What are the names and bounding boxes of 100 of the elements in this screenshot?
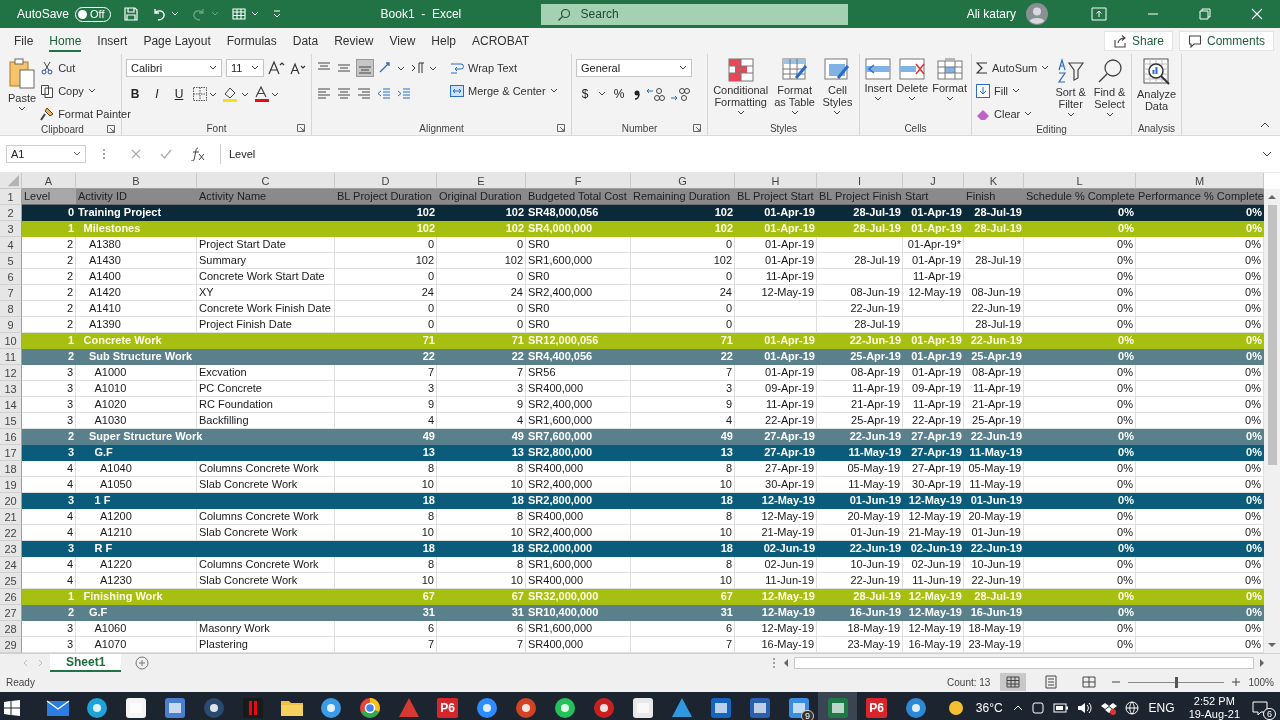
table-cell: Excvation — [197, 365, 335, 381]
row-number[interactable]: 10 — [0, 333, 22, 349]
column-header[interactable]: G — [631, 173, 735, 189]
table-cell: 4 — [22, 461, 76, 477]
row-number[interactable]: 1 — [0, 189, 22, 205]
row-number[interactable]: 5 — [0, 253, 22, 269]
format-painter-button[interactable]: Format Painter — [40, 104, 131, 123]
ribbon-button[interactable]: Find & Select — [1092, 58, 1127, 118]
merge-center-button[interactable]: Merge & Center — [450, 81, 558, 100]
taskbar-button[interactable]: 9 — [779, 692, 818, 720]
currency-button[interactable]: $ — [576, 85, 594, 103]
zoom-level[interactable]: 100% — [1248, 676, 1274, 688]
row-number[interactable]: 11 — [0, 349, 22, 365]
ribbon-tab[interactable]: Formulas — [218, 28, 285, 54]
row-number[interactable]: 22 — [0, 525, 22, 541]
table-cell: SR0 — [526, 317, 631, 333]
row-number[interactable]: 13 — [0, 381, 22, 397]
row-number[interactable]: 14 — [0, 397, 22, 413]
column-header[interactable]: L — [1024, 173, 1136, 189]
font-name-dropdown[interactable]: Calibri — [126, 59, 222, 77]
row-number[interactable]: 21 — [0, 509, 22, 525]
column-header[interactable]: K — [964, 173, 1024, 189]
table-cell: Finishing Work — [76, 589, 335, 605]
ribbon-tab[interactable]: File — [6, 28, 42, 54]
font-size-dropdown[interactable]: 11 — [226, 59, 264, 77]
formula-input[interactable]: Level — [220, 144, 1274, 164]
ribbon-button[interactable]: Cell Styles — [819, 58, 855, 116]
percent-button[interactable]: % — [610, 85, 628, 103]
ribbon-tab[interactable]: View — [381, 28, 424, 54]
name-box[interactable]: A1 — [6, 145, 86, 163]
row-number[interactable]: 23 — [0, 541, 22, 557]
search-field[interactable]: Search — [540, 3, 848, 25]
ribbon-button[interactable]: Sort & Filter — [1053, 58, 1089, 118]
row-number[interactable]: 12 — [0, 365, 22, 381]
comments-button[interactable]: Comments — [1179, 31, 1274, 51]
table-cell: 0% — [1024, 637, 1136, 653]
ribbon-button[interactable]: Delete — [896, 58, 929, 102]
number-format-dropdown[interactable]: General — [576, 59, 692, 77]
row-number[interactable]: 18 — [0, 461, 22, 477]
ribbon-tab[interactable]: Data — [284, 28, 327, 54]
column-header[interactable]: J — [903, 173, 964, 189]
taskbar-button[interactable]: P6 — [428, 692, 467, 720]
ribbon-tab[interactable]: ACROBAT — [464, 28, 538, 54]
column-header[interactable]: M — [1136, 173, 1264, 189]
share-button[interactable]: Share — [1103, 31, 1173, 51]
row-number[interactable]: 8 — [0, 301, 22, 317]
underline-button[interactable]: U — [170, 85, 188, 103]
row-number[interactable]: 20 — [0, 493, 22, 509]
row-number[interactable]: 4 — [0, 237, 22, 253]
row-number[interactable]: 7 — [0, 285, 22, 301]
table-cell: 28-Jul-19 — [964, 253, 1024, 269]
sheet-tab[interactable]: Sheet1 — [50, 654, 122, 672]
column-header[interactable]: A — [22, 173, 76, 189]
column-header[interactable]: F — [526, 173, 631, 189]
column-header[interactable]: D — [335, 173, 437, 189]
ribbon-tab[interactable]: Help — [423, 28, 464, 54]
column-header[interactable]: E — [437, 173, 526, 189]
column-header[interactable]: B — [76, 173, 197, 189]
ribbon-tab[interactable]: Review — [326, 28, 382, 54]
row-number[interactable]: 28 — [0, 621, 22, 637]
column-header[interactable]: C — [197, 173, 335, 189]
fill-button[interactable]: Fill — [976, 81, 1050, 100]
row-number[interactable]: 29 — [0, 637, 22, 653]
row-number[interactable]: 15 — [0, 413, 22, 429]
ribbon-button[interactable]: Format as Table — [773, 58, 816, 116]
analyze-data-button[interactable]: Analyze Data — [1136, 58, 1177, 112]
ribbon-button[interactable]: Insert — [864, 58, 893, 102]
language-indicator[interactable]: ENG — [1148, 701, 1175, 715]
p6-app[interactable]: P6 — [437, 698, 458, 718]
ribbon-button[interactable]: Conditional Formatting — [712, 58, 770, 116]
column-title: BL Project Start — [735, 189, 817, 205]
clock-time[interactable]: 2:52 PM — [1193, 695, 1235, 708]
ribbon-tab[interactable]: Home — [41, 28, 90, 54]
row-number[interactable]: 3 — [0, 221, 22, 237]
paste-button[interactable]: Paste — [8, 58, 37, 112]
ribbon-button[interactable]: Format — [932, 58, 967, 102]
table-cell: 11-May-19 — [817, 477, 903, 493]
row-number[interactable]: 25 — [0, 573, 22, 589]
row-number[interactable]: 9 — [0, 317, 22, 333]
ribbon-tab[interactable]: Page Layout — [135, 28, 219, 54]
row-number[interactable]: 2 — [0, 205, 22, 221]
row-number[interactable]: 24 — [0, 557, 22, 573]
italic-button[interactable]: I — [148, 85, 166, 103]
row-number[interactable]: 27 — [0, 605, 22, 621]
column-header[interactable]: H — [735, 173, 817, 189]
column-header[interactable]: I — [817, 173, 903, 189]
table-cell: SR7,600,000 — [526, 429, 631, 445]
row-number[interactable]: 19 — [0, 477, 22, 493]
row-number[interactable]: 6 — [0, 269, 22, 285]
p6-app[interactable]: P6 — [866, 698, 887, 718]
ribbon-tab[interactable]: Insert — [89, 28, 136, 54]
row-number[interactable]: 17 — [0, 445, 22, 461]
row-number[interactable]: 26 — [0, 589, 22, 605]
taskbar-button[interactable]: P6 — [857, 692, 896, 720]
wrap-text-button[interactable]: Wrap Text — [450, 58, 558, 77]
row-number[interactable]: 16 — [0, 429, 22, 445]
autosum-button[interactable]: AutoSum — [976, 58, 1050, 77]
clock-date[interactable]: 19-Aug-21 — [1188, 708, 1240, 720]
clear-button[interactable]: Clear — [976, 104, 1050, 123]
weather-text[interactable]: 36°C — [975, 701, 1003, 715]
